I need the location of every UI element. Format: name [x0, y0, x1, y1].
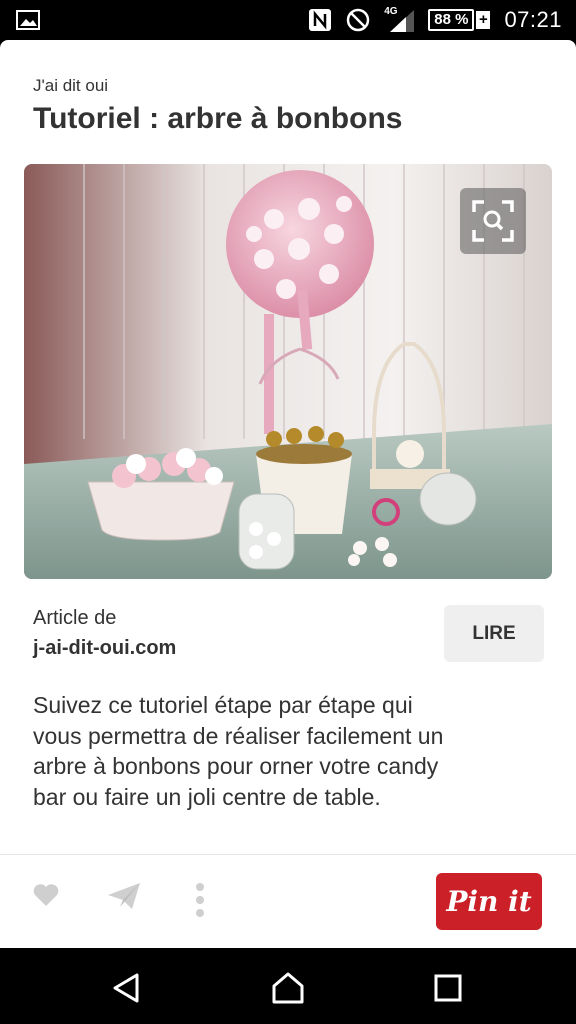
back-icon [113, 973, 139, 1003]
battery-charging-icon: + [476, 11, 491, 29]
visual-search-icon [472, 200, 514, 242]
clock: 07:21 [504, 7, 562, 32]
pin-it-button[interactable]: Pin it [436, 873, 542, 930]
pin-description: Suivez ce tutoriel étape par étape qui v… [33, 692, 444, 810]
read-button[interactable]: LIRE [444, 605, 544, 662]
article-label: Article de [33, 607, 117, 629]
do-not-disturb-icon [346, 8, 370, 32]
pin-title: Tutoriel : arbre à bonbons [33, 102, 403, 135]
status-bar: 4G 88 % + 07:21 [0, 0, 576, 40]
signal-icon: 4G [384, 6, 415, 34]
navigation-bar [0, 948, 576, 1024]
battery-indicator: 88 % + [428, 9, 491, 31]
image-notification-icon [16, 10, 40, 30]
pin-closeup-card: J'ai dit oui Tutoriel : arbre à bonbons [0, 40, 576, 948]
recents-icon [434, 974, 462, 1002]
send-icon[interactable] [108, 883, 140, 909]
home-button[interactable] [268, 968, 308, 1008]
home-icon [272, 972, 304, 1004]
article-domain[interactable]: j-ai-dit-oui.com [33, 637, 176, 660]
pin-image[interactable] [24, 164, 552, 579]
pin-source-name[interactable]: J'ai dit oui [33, 76, 108, 96]
nfc-icon [309, 9, 332, 31]
battery-level: 88 % [428, 9, 475, 31]
visual-search-button[interactable] [460, 188, 526, 254]
more-options-icon[interactable] [194, 883, 206, 917]
back-button[interactable] [106, 968, 146, 1008]
divider [0, 854, 576, 855]
heart-icon[interactable] [33, 883, 59, 907]
recents-button[interactable] [428, 968, 468, 1008]
